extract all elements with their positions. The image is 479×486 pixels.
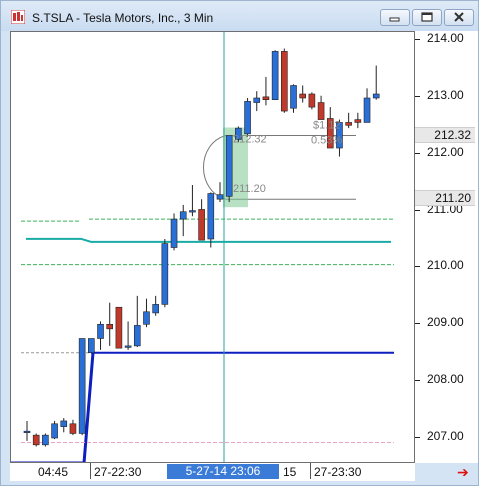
minimize-button[interactable] (380, 9, 410, 26)
candle-body (170, 218, 178, 248)
measure-high-label: 212.32 (233, 134, 267, 146)
price-axis[interactable]: 214.00 213.00 212.00 211.00 210.00 209.00 208.… (415, 31, 478, 463)
candle-body (216, 194, 224, 200)
time-separator (310, 463, 311, 479)
candle-body (51, 423, 58, 439)
candle-body (133, 325, 141, 347)
close-icon (454, 12, 464, 22)
app-icon (11, 10, 25, 24)
measure-change-pct-label: 0.53% (311, 135, 342, 147)
candle-body (290, 85, 297, 109)
candle-body (262, 96, 270, 100)
price-label: 207.00 (427, 428, 464, 443)
candle-body (106, 323, 114, 330)
candle-body (60, 420, 68, 427)
candle-body (32, 434, 40, 446)
time-axis[interactable]: 04:45 27-22:30 5-27-14 23:06 15 27-23:30 (10, 463, 415, 481)
crosshair-time-label: 5-27-14 23:06 (167, 464, 279, 479)
minimize-icon (389, 17, 400, 22)
candle-body (308, 93, 316, 108)
candle-body (198, 209, 205, 241)
candle-body (225, 135, 233, 197)
candlestick-chart[interactable]: 212.32 211.20 $1.12 0.53% (11, 32, 415, 463)
price-label: 209.00 (427, 315, 464, 330)
measure-line (203, 135, 227, 200)
candle-body (143, 311, 150, 325)
candle-body (124, 345, 132, 348)
time-separator (90, 463, 91, 479)
candle-body (372, 93, 380, 99)
price-label: 208.00 (427, 372, 464, 387)
price-label: 214.00 (427, 31, 464, 45)
time-label: 04:45 (38, 465, 69, 479)
candle-body (69, 423, 77, 434)
candle-body (299, 93, 307, 99)
price-tick (415, 39, 420, 40)
candle-body (88, 338, 95, 354)
candle-body (189, 210, 196, 213)
price-label: 213.00 (427, 87, 464, 102)
candle-body (317, 102, 325, 120)
candle-body (42, 434, 49, 446)
candle-body (363, 97, 371, 123)
candle-body (281, 51, 288, 112)
title-bar[interactable]: S.TSLA - Tesla Motors, Inc., 3 Min (1, 1, 478, 31)
price-tick (415, 152, 420, 154)
time-label: 15 (283, 465, 297, 479)
scroll-right-arrow-icon[interactable]: ➔ (457, 464, 469, 480)
price-label: 212.00 (427, 144, 464, 159)
price-tick (415, 266, 420, 268)
candle-body (271, 51, 279, 100)
chart-plot-area[interactable]: 212.32 211.20 $1.12 0.53% (10, 31, 415, 463)
candle-body (354, 119, 362, 123)
price-marker-high: 212.32 (415, 126, 475, 143)
candle-body (244, 101, 251, 135)
chart-window: S.TSLA - Tesla Motors, Inc., 3 Min 212.3… (0, 0, 479, 486)
candle-body (253, 97, 261, 103)
candle-body (152, 304, 159, 314)
maximize-icon (421, 12, 433, 22)
time-label: 27-23:30 (314, 465, 362, 479)
price-label: 210.00 (427, 258, 464, 273)
price-tick (415, 95, 420, 97)
candle-body (161, 243, 169, 305)
time-label: 27-22:30 (94, 465, 142, 479)
candle-body (97, 323, 104, 339)
candle-body (179, 211, 187, 220)
candle-body (207, 193, 215, 240)
price-tick (415, 436, 420, 438)
candle-body (23, 430, 31, 433)
maximize-button[interactable] (412, 9, 442, 26)
price-marker-low: 211.20 (415, 190, 475, 207)
price-tick (415, 380, 420, 382)
price-tick (415, 209, 420, 211)
measure-change-label: $1.12 (313, 120, 341, 132)
measure-low-label: 211.20 (233, 183, 266, 195)
candle-body (345, 122, 352, 126)
close-button[interactable] (444, 9, 474, 26)
price-tick (415, 323, 420, 325)
candle-body (78, 338, 86, 434)
window-title: S.TSLA - Tesla Motors, Inc., 3 Min (32, 11, 214, 25)
candle-body (115, 306, 123, 349)
